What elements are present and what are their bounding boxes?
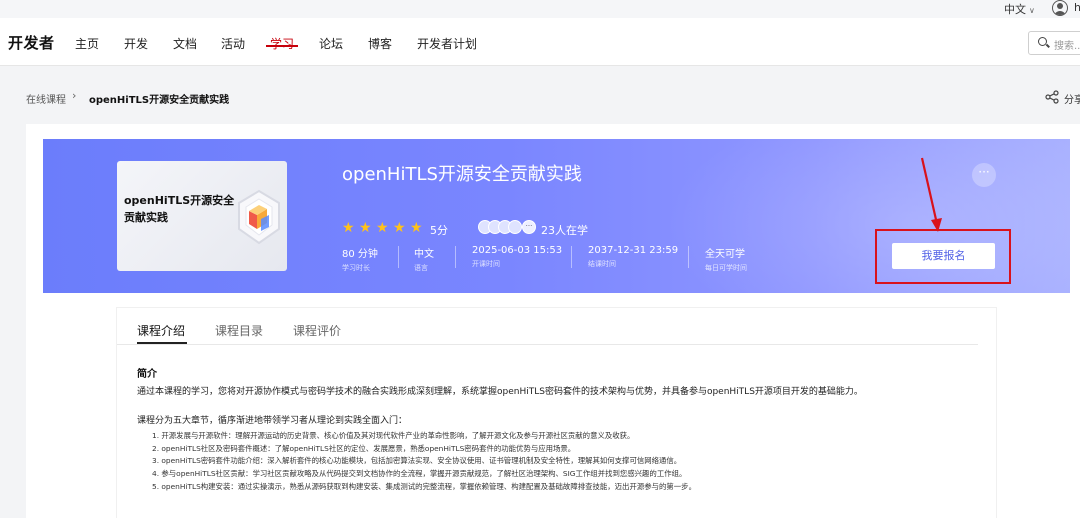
annotation-arrow-icon	[920, 157, 942, 232]
chapter-item: 3. openHiTLS密码套件功能介绍：深入解析套件的核心功能模块，包括加密算…	[152, 456, 682, 465]
stat-label: 语言	[414, 264, 428, 272]
main-navbar: 开发者 主页 开发 文档 活动 学习 论坛 博客 开发者计划 搜索...	[0, 18, 1080, 66]
stat-label: 开课时间	[472, 260, 500, 268]
nav-item-developer-program[interactable]: 开发者计划	[417, 35, 477, 52]
breadcrumb-current: openHiTLS开源安全贡献实践	[89, 95, 230, 106]
language-label: 中文	[1004, 3, 1026, 16]
stat-label: 结课时间	[588, 260, 616, 268]
chapter-item: 1. 开源发展与开源软件：理解开源运动的历史背景、核心价值及其对现代软件产业的革…	[152, 431, 635, 440]
chapter-item: 2. openHiTLS社区及密码套件概述：了解openHiTLS社区的定位、发…	[152, 444, 576, 453]
language-selector[interactable]: 中文 ∨	[1004, 1, 1035, 17]
shield-cube-icon	[238, 189, 280, 245]
breadcrumb-home[interactable]: 在线课程	[26, 91, 66, 106]
user-avatar-icon[interactable]	[1052, 0, 1068, 16]
nav-item-forum[interactable]: 论坛	[319, 35, 343, 52]
avatar	[508, 220, 522, 234]
nav-item-develop[interactable]: 开发	[124, 35, 148, 52]
star-icon: ★	[376, 220, 389, 236]
nav-item-home[interactable]: 主页	[75, 35, 99, 52]
stat-divider	[571, 246, 572, 268]
chapter-item: 4. 参与openHiTLS社区贡献：学习社区贡献攻略及从代码提交到文档协作的全…	[152, 469, 687, 478]
user-name[interactable]: h	[1074, 1, 1080, 14]
stat-divider	[688, 246, 689, 268]
tab-course-reviews[interactable]: 课程评价	[293, 322, 341, 339]
share-icon[interactable]	[1045, 90, 1059, 104]
course-thumbnail: openHiTLS开源安全贡献实践	[117, 161, 287, 271]
stat-divider	[455, 246, 456, 268]
rating-score: 5分	[430, 224, 448, 237]
star-icon: ★	[359, 220, 372, 236]
stat-value: 2025-06-03 15:53	[472, 245, 563, 256]
chapters-heading: 课程分为五大章节，循序渐进地带领学习者从理论到实践全面入门：	[137, 416, 408, 426]
more-avatars-icon: ···	[522, 220, 536, 234]
intro-heading: 简介	[137, 369, 157, 380]
star-icon: ★	[410, 220, 423, 236]
learner-count: 23人在学	[541, 224, 588, 237]
search-input[interactable]: 搜索...	[1028, 31, 1080, 55]
stat-value: 80 分钟	[342, 249, 378, 260]
nav-item-docs[interactable]: 文档	[173, 35, 197, 52]
rating-stars: ★ ★ ★ ★ ★	[342, 221, 425, 235]
tab-course-intro[interactable]: 课程介绍	[137, 322, 185, 339]
stat-daily-availability: 全天可学 每日可学时间	[705, 245, 747, 273]
nav-item-blog[interactable]: 博客	[368, 35, 392, 52]
tab-course-catalog[interactable]: 课程目录	[215, 322, 263, 339]
chapter-item: 5. openHiTLS构建安装：通过实操演示，熟悉从源码获取到构建安装、集成测…	[152, 482, 696, 491]
annotation-highlight-box	[875, 229, 1011, 284]
stat-value: 中文	[414, 249, 434, 260]
share-label[interactable]: 分享	[1064, 91, 1080, 106]
chevron-right-icon: ›	[72, 89, 77, 102]
chevron-down-icon: ∨	[1029, 6, 1035, 15]
search-placeholder: 搜索...	[1054, 41, 1080, 52]
stat-language: 中文 语言	[414, 245, 434, 273]
learner-avatars: ···	[478, 220, 536, 234]
more-options-button[interactable]: ···	[972, 163, 996, 187]
active-tab-underline	[137, 342, 187, 344]
stat-duration: 80 分钟 学习时长	[342, 245, 378, 273]
tab-divider	[117, 344, 978, 345]
course-title: openHiTLS开源安全贡献实践	[342, 164, 582, 185]
site-logo[interactable]: 开发者	[8, 32, 55, 53]
star-icon: ★	[393, 220, 406, 236]
search-icon	[1038, 37, 1047, 46]
stat-end-time: 2037-12-31 23:59 结课时间	[588, 245, 678, 269]
intro-summary: 通过本课程的学习，您将对开源协作模式与密码学技术的融合实践形成深刻理解，系统掌握…	[137, 387, 863, 397]
stat-label: 学习时长	[342, 264, 370, 272]
active-nav-underline	[266, 45, 298, 47]
nav-item-learn[interactable]: 学习	[270, 35, 294, 52]
stat-label: 每日可学时间	[705, 264, 747, 272]
stat-value: 2037-12-31 23:59	[588, 245, 679, 256]
stat-start-time: 2025-06-03 15:53 开课时间	[472, 245, 562, 269]
utility-bar: 中文 ∨ h	[0, 0, 1080, 18]
nav-item-events[interactable]: 活动	[221, 35, 245, 52]
star-icon: ★	[342, 220, 355, 236]
thumbnail-title: openHiTLS开源安全贡献实践	[124, 194, 235, 224]
stat-divider	[398, 246, 399, 268]
stat-value: 全天可学	[705, 249, 745, 260]
